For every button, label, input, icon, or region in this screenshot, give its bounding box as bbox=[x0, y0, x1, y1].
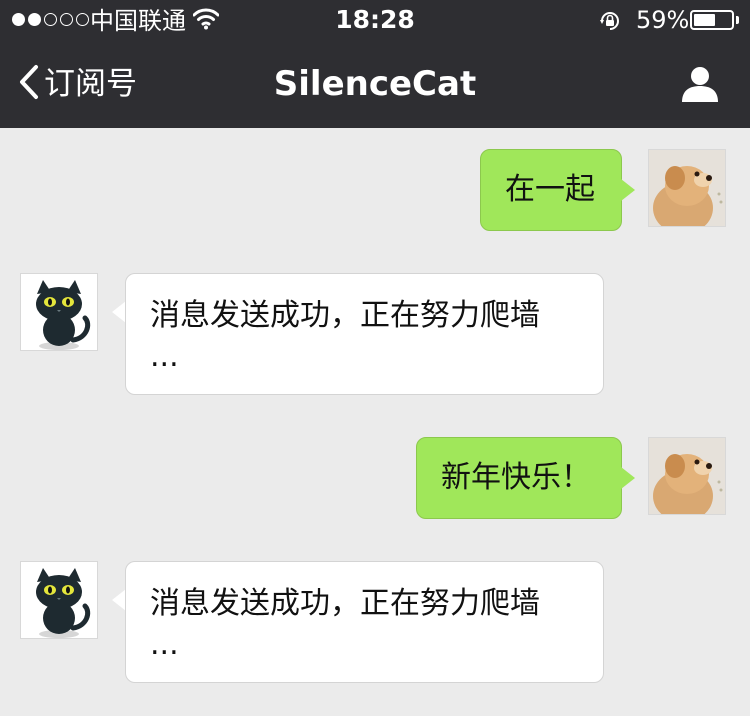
battery-level bbox=[694, 14, 715, 26]
dog-avatar[interactable] bbox=[648, 437, 726, 515]
battery-percent: 59% bbox=[636, 6, 690, 34]
message-text: 消息发送成功，正在努力爬墙 bbox=[150, 586, 540, 621]
battery-tip bbox=[736, 16, 739, 24]
message-text: 新年快乐！ bbox=[441, 460, 591, 495]
message-text: 消息发送成功，正在努力爬墙 bbox=[150, 298, 540, 333]
dog-avatar[interactable] bbox=[648, 149, 726, 227]
bubble-tail bbox=[112, 589, 126, 611]
incoming-message-bubble[interactable]: 消息发送成功，正在努力爬墙 ... bbox=[125, 561, 604, 683]
incoming-message-bubble[interactable]: 消息发送成功，正在努力爬墙 ... bbox=[125, 273, 604, 395]
outgoing-message-bubble[interactable]: 在一起 bbox=[480, 149, 622, 231]
outgoing-message-bubble[interactable]: 新年快乐！ bbox=[416, 437, 622, 519]
chat-title: SilenceCat bbox=[273, 64, 477, 104]
bubble-tail bbox=[112, 301, 126, 323]
bubble-tail bbox=[621, 467, 635, 489]
message-text-continuation: ... bbox=[150, 627, 179, 662]
person-icon bbox=[680, 67, 720, 108]
black-cat-avatar[interactable] bbox=[20, 273, 98, 351]
top-bar: 中国联通 18:28 59% 订阅号 SilenceCat bbox=[0, 0, 750, 128]
status-bar: 中国联通 18:28 59% bbox=[0, 0, 750, 40]
bubble-tail bbox=[621, 179, 635, 201]
profile-button[interactable] bbox=[680, 64, 720, 104]
black-cat-avatar[interactable] bbox=[20, 561, 98, 639]
battery-icon bbox=[690, 10, 734, 30]
message-list[interactable]: 在一起 消息发送成功，正在努力爬墙 ... 新年快乐！ 消息发送成功，正在努力爬… bbox=[0, 128, 750, 716]
message-text: 在一起 bbox=[505, 172, 595, 207]
rotation-lock-icon bbox=[598, 9, 622, 37]
message-text-continuation: ... bbox=[150, 339, 179, 374]
